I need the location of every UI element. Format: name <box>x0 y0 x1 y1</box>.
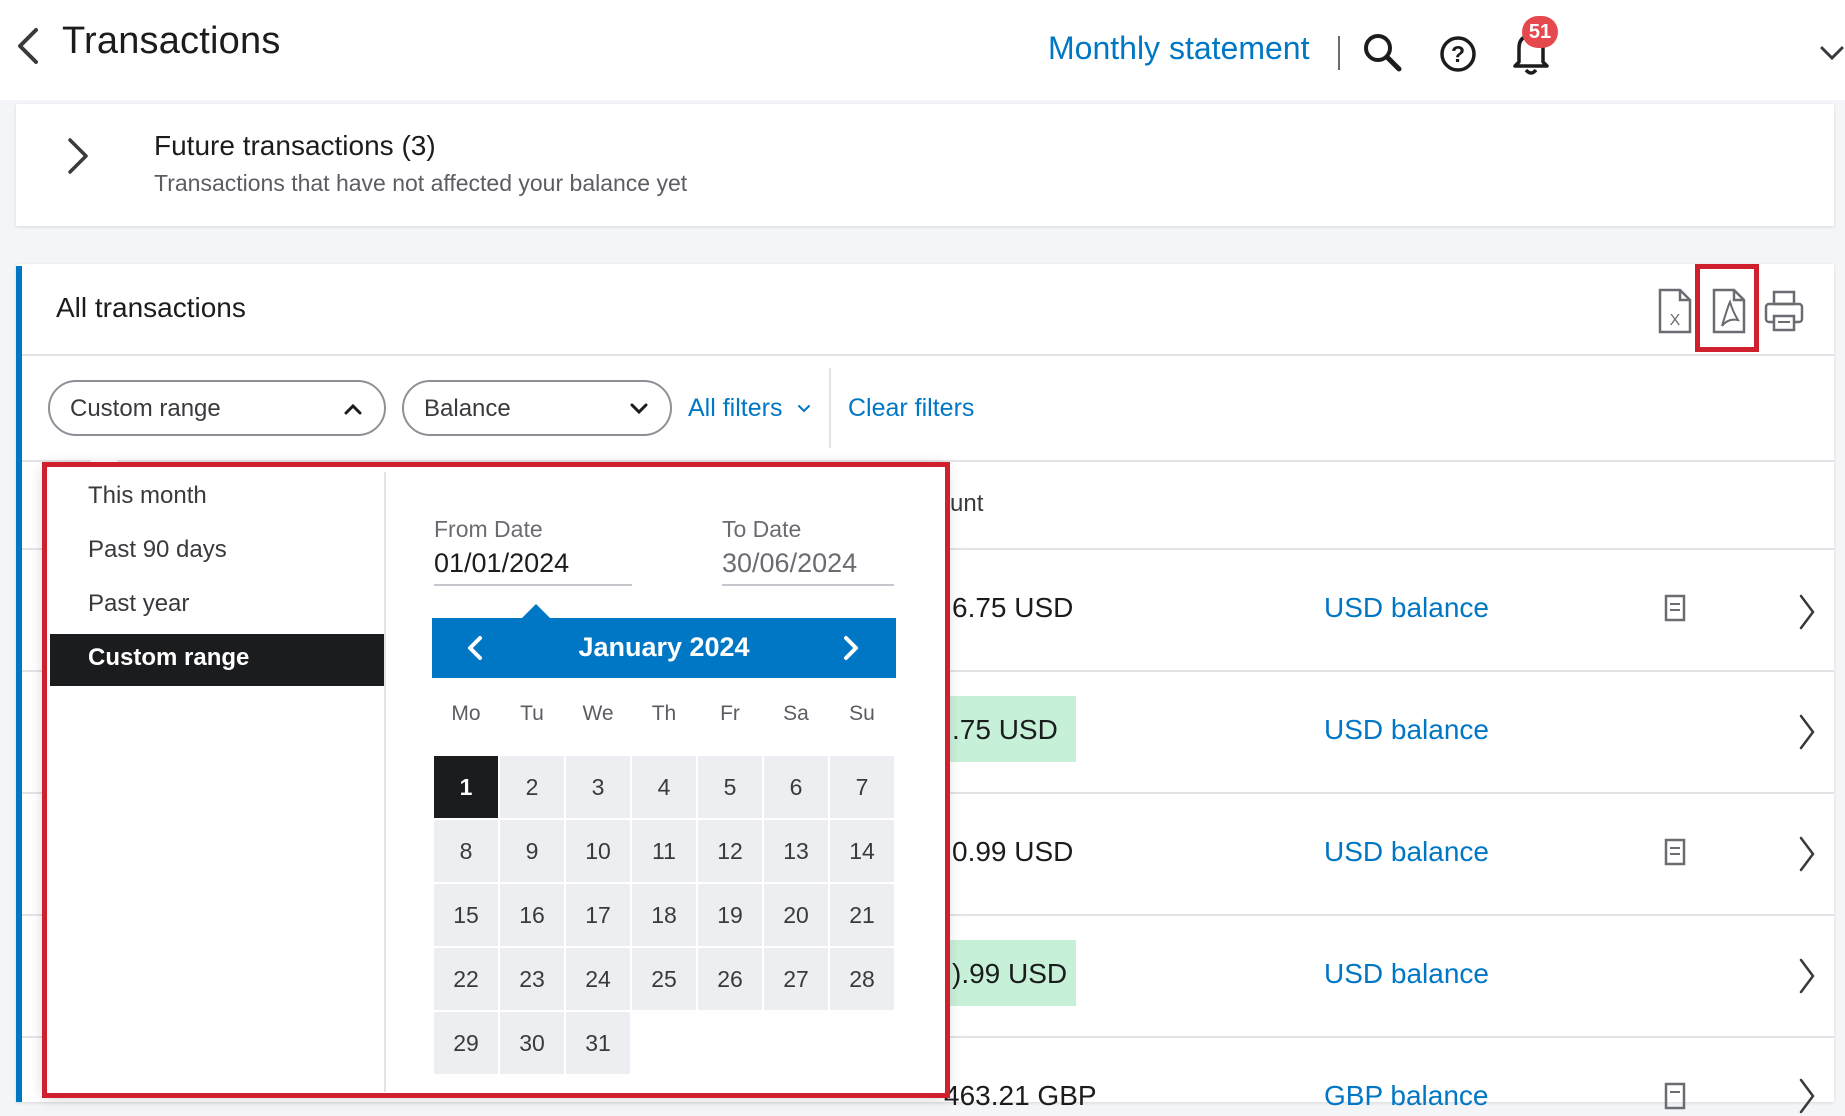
help-button[interactable]: ? <box>1436 32 1480 76</box>
chevron-right-icon[interactable] <box>1796 834 1818 874</box>
panel-accent-bar <box>16 266 22 1102</box>
all-transactions-title: All transactions <box>56 292 246 323</box>
chevron-left-icon <box>18 28 38 64</box>
table-row-amount: 6.75 USD <box>952 592 1074 623</box>
chevron-down-icon <box>630 403 648 415</box>
header-divider <box>1338 36 1340 70</box>
search-icon <box>1364 34 1402 72</box>
future-transactions-subtitle: Transactions that have not affected your… <box>154 170 688 196</box>
clear-filters-link[interactable]: Clear filters <box>848 394 974 423</box>
balance-filter-value: Balance <box>424 395 511 422</box>
attachment-icon <box>1664 594 1686 622</box>
chevron-down-small-icon <box>798 405 810 413</box>
help-icon: ? <box>1440 36 1476 72</box>
svg-text:X: X <box>1670 312 1681 329</box>
printer-icon <box>1764 290 1804 332</box>
table-row-balance-link[interactable]: USD balance <box>1324 592 1489 624</box>
svg-text:?: ? <box>1451 41 1465 67</box>
table-row-balance-link[interactable]: USD balance <box>1324 958 1489 990</box>
table-row-balance-link[interactable]: USD balance <box>1324 836 1489 868</box>
all-filters-link[interactable]: All filters <box>688 394 782 423</box>
chevron-down-icon <box>1820 46 1844 61</box>
panel-header-divider <box>22 354 1834 356</box>
expand-future-button[interactable] <box>60 134 92 178</box>
table-row-balance-link[interactable]: GBP balance <box>1324 1080 1489 1112</box>
chevron-up-icon <box>344 403 362 415</box>
notification-badge: 51 <box>1522 16 1558 48</box>
attachment-icon <box>1664 1082 1686 1110</box>
chevron-right-icon[interactable] <box>1796 712 1818 752</box>
page-title: Transactions <box>62 20 281 62</box>
amount-column-header: unt <box>950 490 984 517</box>
date-range-value: Custom range <box>70 395 221 422</box>
attachment-icon <box>1664 838 1686 866</box>
monthly-statement-link[interactable]: Monthly statement <box>1048 30 1309 67</box>
chevron-right-icon[interactable] <box>1796 956 1818 996</box>
table-row-balance-link[interactable]: USD balance <box>1324 714 1489 746</box>
filter-divider <box>829 368 831 448</box>
table-row-amount: 0.99 USD <box>952 836 1074 867</box>
chevron-right-icon[interactable] <box>1796 592 1818 632</box>
future-transactions-title: Future transactions (3) <box>154 130 436 161</box>
table-row-amount: .75 USD <box>952 714 1058 745</box>
excel-file-icon: X <box>1658 288 1692 334</box>
back-button[interactable] <box>10 22 50 70</box>
print-button[interactable] <box>1762 284 1806 338</box>
dropdown-caret <box>90 448 118 462</box>
table-row-amount: ).99 USD <box>952 958 1068 989</box>
chevron-right-icon <box>68 138 88 174</box>
search-button[interactable] <box>1360 30 1404 74</box>
pdf-highlight-box <box>1695 264 1759 352</box>
future-transactions-card[interactable] <box>16 104 1834 226</box>
export-excel-button[interactable]: X <box>1652 284 1696 338</box>
chevron-right-icon[interactable] <box>1796 1076 1818 1116</box>
table-row-amount: 463.21 GBP <box>944 1080 1097 1111</box>
account-menu-button[interactable] <box>1818 40 1845 66</box>
dropdown-highlight-box <box>42 462 950 1098</box>
